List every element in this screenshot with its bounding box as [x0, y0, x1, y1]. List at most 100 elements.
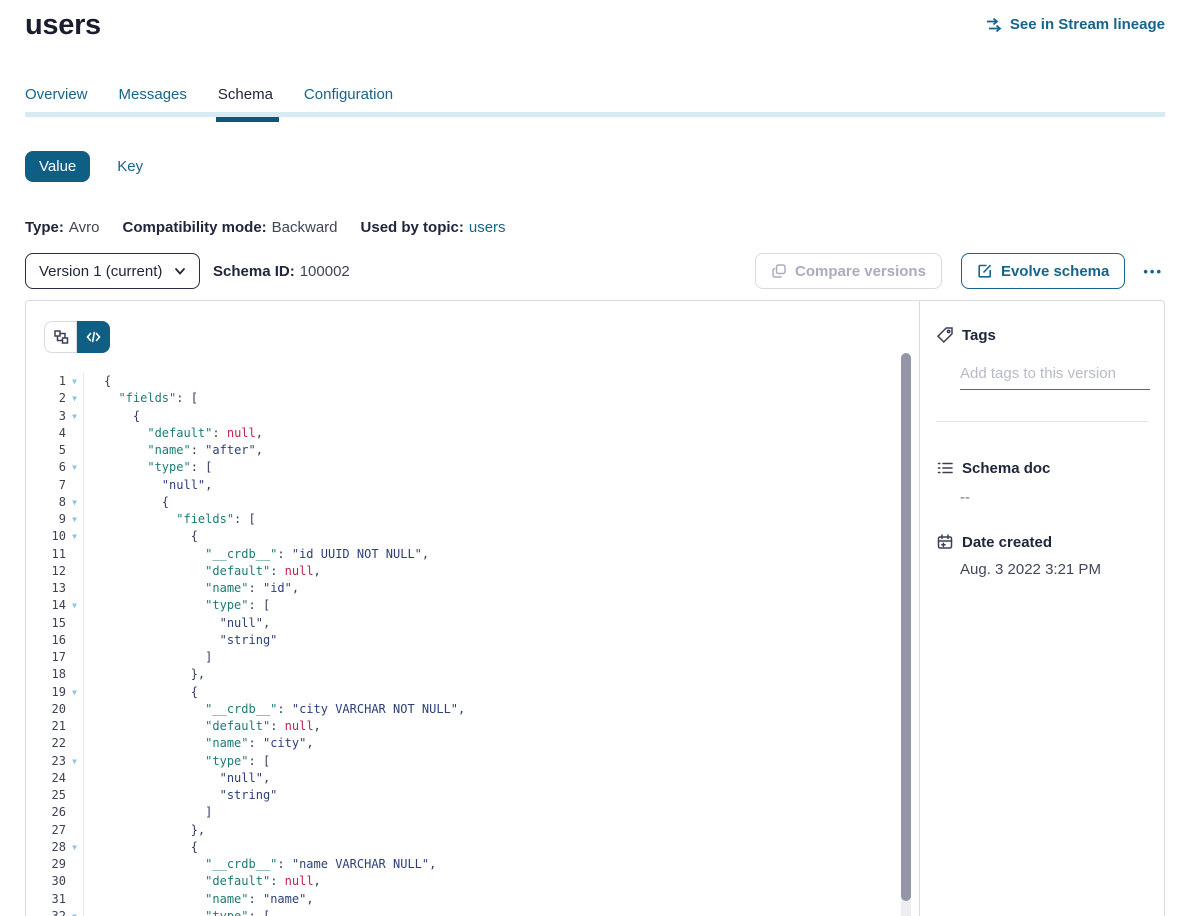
date-created-value: Aug. 3 2022 3:21 PM [960, 561, 1148, 578]
line-number: 5 [44, 442, 66, 459]
schema-page: users See in Stream lineage Overview Mess… [0, 0, 1189, 916]
line-number: 14 [44, 597, 66, 614]
fold-toggle-icon[interactable]: ▼ [66, 511, 83, 528]
code-view-button[interactable] [77, 321, 110, 353]
value-toggle-button[interactable]: Value [25, 151, 90, 182]
fold-toggle-icon[interactable]: ▼ [66, 494, 83, 511]
meta-label: Type: [25, 219, 64, 236]
code-line: 29 "__crdb__": "name VARCHAR NULL", [44, 856, 919, 873]
code-text: "__crdb__": "city VARCHAR NOT NULL", [83, 701, 919, 718]
line-number: 12 [44, 563, 66, 580]
code-line: 32▼ "type": [ [44, 908, 919, 916]
key-toggle-button[interactable]: Key [117, 158, 143, 175]
tab-messages[interactable]: Messages [119, 86, 187, 103]
line-number: 24 [44, 770, 66, 787]
schema-id: Schema ID: 100002 [213, 263, 350, 280]
code-line: 8▼ { [44, 494, 919, 511]
schema-id-label: Schema ID: [213, 263, 295, 280]
fold-spacer [66, 735, 83, 752]
code-line: 10▼ { [44, 528, 919, 545]
schema-doc-title: Schema doc [962, 460, 1050, 477]
fold-spacer [66, 546, 83, 563]
code-line: 11 "__crdb__": "id UUID NOT NULL", [44, 546, 919, 563]
page-title: users [25, 9, 101, 42]
code-line: 30 "default": null, [44, 873, 919, 890]
code-text: { [83, 684, 919, 701]
line-number: 29 [44, 856, 66, 873]
line-number: 8 [44, 494, 66, 511]
fold-toggle-icon[interactable]: ▼ [66, 753, 83, 770]
add-tags-input[interactable] [960, 365, 1150, 390]
code-line: 14▼ "type": [ [44, 597, 919, 614]
fold-toggle-icon[interactable]: ▼ [66, 684, 83, 701]
fold-toggle-icon[interactable]: ▼ [66, 390, 83, 407]
tab-configuration[interactable]: Configuration [304, 86, 393, 103]
schema-id-value: 100002 [300, 263, 350, 280]
code-line: 24 "null", [44, 770, 919, 787]
line-number: 16 [44, 632, 66, 649]
line-number: 20 [44, 701, 66, 718]
fold-toggle-icon[interactable]: ▼ [66, 408, 83, 425]
evolve-schema-button[interactable]: Evolve schema [961, 253, 1125, 289]
fold-toggle-icon[interactable]: ▼ [66, 459, 83, 476]
meta-label: Used by topic: [361, 219, 464, 236]
scrollbar-thumb[interactable] [901, 353, 911, 901]
line-number: 2 [44, 390, 66, 407]
code-area: 1▼{2▼ "fields": [3▼ {4 "default": null,5… [44, 373, 919, 916]
see-in-stream-lineage-link[interactable]: See in Stream lineage [986, 16, 1165, 33]
editor-scrollbar[interactable] [901, 353, 911, 916]
code-text: "default": null, [83, 873, 919, 890]
line-number: 17 [44, 649, 66, 666]
compare-versions-icon [771, 263, 787, 279]
fold-spacer [66, 804, 83, 821]
line-number: 23 [44, 753, 66, 770]
code-text: "null", [83, 770, 919, 787]
fold-toggle-icon[interactable]: ▼ [66, 908, 83, 916]
tab-track [25, 112, 1165, 117]
tag-icon [936, 326, 954, 344]
schema-meta-row: Type:AvroCompatibility mode:BackwardUsed… [25, 219, 1165, 236]
line-number: 11 [44, 546, 66, 563]
fold-toggle-icon[interactable]: ▼ [66, 839, 83, 856]
code-text: "name": "city", [83, 735, 919, 752]
date-created-section-header: Date created [936, 533, 1148, 551]
line-number: 9 [44, 511, 66, 528]
code-text: }, [83, 666, 919, 683]
compare-versions-button[interactable]: Compare versions [755, 253, 942, 289]
evolve-schema-label: Evolve schema [1001, 263, 1109, 280]
line-number: 15 [44, 615, 66, 632]
meta-item: Used by topic: users [361, 219, 506, 236]
fold-spacer [66, 891, 83, 908]
code-line: 26 ] [44, 804, 919, 821]
code-line: 22 "name": "city", [44, 735, 919, 752]
used-by-topic-link[interactable]: users [469, 219, 506, 236]
code-text: "fields": [ [83, 390, 919, 407]
meta-label: Compatibility mode: [122, 219, 266, 236]
line-number: 31 [44, 891, 66, 908]
code-line: 25 "string" [44, 787, 919, 804]
code-line: 15 "null", [44, 615, 919, 632]
chevron-down-icon [174, 265, 186, 277]
fold-toggle-icon[interactable]: ▼ [66, 597, 83, 614]
code-line: 21 "default": null, [44, 718, 919, 735]
fold-spacer [66, 580, 83, 597]
code-line: 17 ] [44, 649, 919, 666]
fold-spacer [66, 425, 83, 442]
code-view-icon [86, 330, 101, 344]
code-line: 7 "null", [44, 477, 919, 494]
schema-info-sidebar: Tags Schema doc -- [920, 301, 1164, 916]
tab-schema[interactable]: Schema [218, 86, 273, 103]
schema-doc-value: -- [960, 489, 1148, 506]
fold-spacer [66, 873, 83, 890]
code-line: 1▼{ [44, 373, 919, 390]
tab-overview[interactable]: Overview [25, 86, 88, 103]
fold-spacer [66, 563, 83, 580]
tree-view-button[interactable] [44, 321, 77, 353]
more-options-button[interactable]: ••• [1141, 260, 1165, 283]
fold-toggle-icon[interactable]: ▼ [66, 528, 83, 545]
code-line: 5 "name": "after", [44, 442, 919, 459]
version-select[interactable]: Version 1 (current) [25, 253, 200, 289]
line-number: 6 [44, 459, 66, 476]
fold-toggle-icon[interactable]: ▼ [66, 373, 83, 390]
code-line: 19▼ { [44, 684, 919, 701]
